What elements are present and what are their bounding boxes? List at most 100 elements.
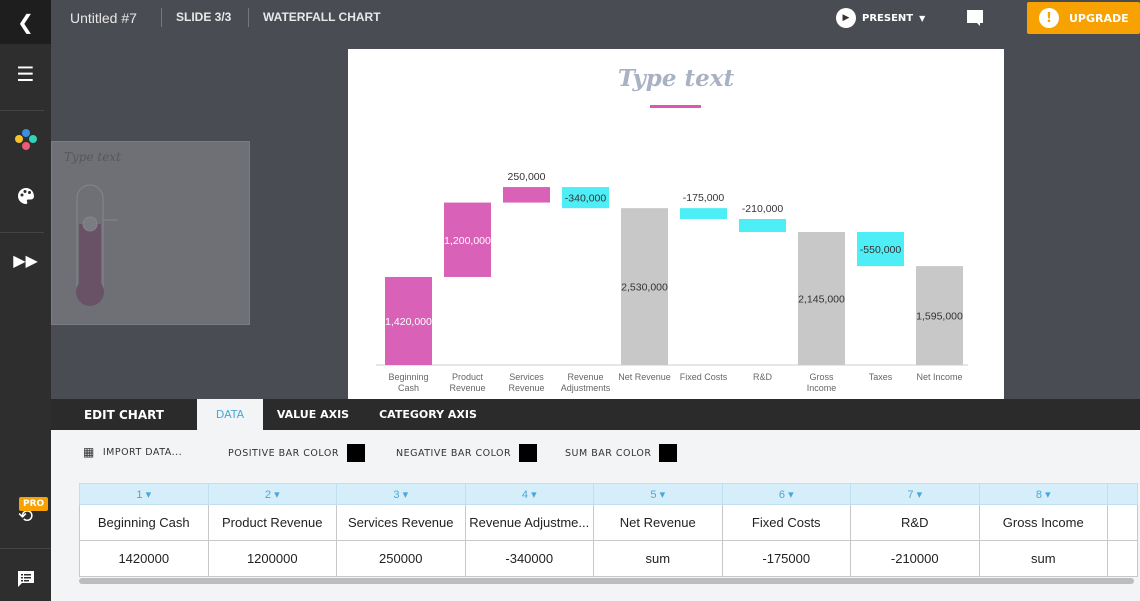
cell-category[interactable]: Gross Income: [978, 504, 1108, 541]
caret-down-icon[interactable]: ▾: [1042, 489, 1051, 501]
thermometer-graphic: [76, 184, 118, 306]
data-label: -210,000: [742, 203, 784, 215]
import-data-button[interactable]: ▦ IMPORT DATA...: [83, 445, 182, 459]
divider: [248, 8, 249, 27]
caret-down-icon[interactable]: ▾: [143, 489, 152, 501]
data-label: -340,000: [565, 193, 607, 205]
cell-value[interactable]: sum: [978, 540, 1108, 577]
caret-down-icon[interactable]: ▾: [528, 489, 537, 501]
cell-value[interactable]: 250000: [336, 540, 466, 577]
feedback-icon[interactable]: [0, 568, 51, 590]
column-header[interactable]: 8 ▾: [978, 483, 1108, 505]
comment-icon[interactable]: [966, 9, 984, 31]
edit-chart-panel: EDIT CHART DATA VALUE AXIS CATEGORY AXIS…: [51, 399, 1140, 601]
data-table: 1 ▾ 2 ▾ 3 ▾ 4 ▾ 5 ▾ 6 ▾ 7 ▾ 8 ▾ Beginning Cash P…: [79, 483, 1138, 577]
grid-icon: ▦: [83, 445, 95, 459]
cell-category[interactable]: R&D: [850, 504, 980, 541]
data-label: 2,530,000: [621, 282, 668, 294]
sum-bar-color: SUM BAR COLOR: [565, 444, 678, 462]
negative-color-swatch[interactable]: [519, 444, 538, 462]
document-title[interactable]: Untitled #7: [70, 10, 137, 26]
divider: [0, 548, 51, 549]
fast-forward-icon[interactable]: ▶▶: [0, 248, 51, 272]
palette-icon[interactable]: [0, 184, 51, 208]
negative-bar-color-label: NEGATIVE BAR COLOR: [396, 447, 512, 459]
divider: [161, 8, 162, 27]
cell-category[interactable]: Beginning Cash: [79, 504, 209, 541]
data-label: -550,000: [860, 244, 902, 256]
menu-icon[interactable]: ☰: [0, 62, 51, 86]
divider: [0, 110, 44, 111]
data-label: 1,420,000: [385, 316, 432, 328]
data-label: 1,200,000: [444, 235, 491, 247]
category-label: Taxes: [869, 372, 893, 382]
cell-value[interactable]: 1420000: [79, 540, 209, 577]
tab-category-axis[interactable]: CATEGORY AXIS: [363, 399, 493, 430]
upgrade-label: UPGRADE: [1069, 11, 1129, 25]
caret-down-icon[interactable]: ▾: [400, 489, 409, 501]
column-header[interactable]: [1107, 483, 1138, 505]
cell-value[interactable]: 1200000: [207, 540, 337, 577]
caret-down-icon: ▼: [919, 13, 926, 23]
column-header[interactable]: 7 ▾: [850, 483, 980, 505]
cell-category[interactable]: [1107, 504, 1138, 541]
category-label: Revenue Adjustments: [561, 372, 611, 393]
sidebar: ☰ ▶▶ ⟲ PRO: [0, 44, 51, 601]
bar-negative[interactable]: [680, 208, 727, 219]
column-header[interactable]: 3 ▾: [336, 483, 466, 505]
sum-bar-color-label: SUM BAR COLOR: [565, 447, 652, 459]
data-label: 2,145,000: [798, 294, 845, 306]
column-header[interactable]: 4 ▾: [464, 483, 594, 505]
slide-canvas[interactable]: Type text 1,420,000 Beginning Cash 1,200,00…: [348, 49, 1004, 399]
pro-badge: PRO: [19, 497, 49, 511]
data-label: 250,000: [508, 171, 546, 183]
caret-down-icon[interactable]: ▾: [271, 489, 280, 501]
cell-category[interactable]: Product Revenue: [207, 504, 337, 541]
caret-down-icon[interactable]: ▾: [785, 489, 794, 501]
column-header[interactable]: 1 ▾: [79, 483, 209, 505]
category-label: Net Income: [916, 372, 962, 382]
cell-value[interactable]: -175000: [721, 540, 851, 577]
category-label: R&D: [753, 372, 773, 382]
present-label: PRESENT: [862, 12, 914, 24]
cell-category[interactable]: Services Revenue: [336, 504, 466, 541]
positive-color-swatch[interactable]: [346, 444, 365, 462]
caret-down-icon[interactable]: ▾: [914, 489, 923, 501]
data-label: 1,595,000: [916, 311, 963, 323]
column-header[interactable]: 2 ▾: [207, 483, 337, 505]
category-label: Gross Income: [807, 372, 837, 393]
present-button[interactable]: ▶ PRESENT ▼: [836, 8, 925, 28]
caret-down-icon[interactable]: ▾: [657, 489, 666, 501]
category-label: Product Revenue: [449, 372, 485, 393]
upgrade-button[interactable]: ! UPGRADE: [1027, 2, 1140, 34]
back-button[interactable]: ❮: [0, 0, 51, 44]
play-icon: ▶: [836, 8, 856, 28]
tab-data[interactable]: DATA: [197, 399, 263, 430]
cell-category[interactable]: Revenue Adjustme...: [464, 504, 594, 541]
column-header[interactable]: 6 ▾: [721, 483, 851, 505]
category-label: Services Revenue: [508, 372, 544, 393]
panel-tab-bar: EDIT CHART DATA VALUE AXIS CATEGORY AXIS: [51, 399, 1140, 430]
cell-value[interactable]: -340000: [464, 540, 594, 577]
cell-category[interactable]: Net Revenue: [593, 504, 723, 541]
cell-value[interactable]: -210000: [850, 540, 980, 577]
bar-negative[interactable]: [739, 218, 786, 233]
bar-positive[interactable]: [503, 187, 550, 203]
divider: [0, 232, 44, 233]
import-data-label: IMPORT DATA...: [102, 446, 183, 458]
cell-value[interactable]: [1107, 540, 1138, 577]
positive-bar-color-label: POSITIVE BAR COLOR: [228, 447, 339, 459]
apps-icon[interactable]: [0, 128, 51, 152]
cell-value[interactable]: sum: [593, 540, 723, 577]
category-label: Beginning Cash: [388, 372, 428, 393]
negative-bar-color: NEGATIVE BAR COLOR: [396, 444, 538, 462]
slide-thumbnail[interactable]: Type text: [51, 141, 250, 325]
tab-value-axis[interactable]: VALUE AXIS: [263, 399, 363, 430]
slide-indicator: SLIDE 3/3: [176, 10, 232, 24]
cell-category[interactable]: Fixed Costs: [721, 504, 851, 541]
horizontal-scrollbar[interactable]: [79, 578, 1134, 584]
chart-type-label: WATERFALL CHART: [263, 10, 381, 24]
column-header[interactable]: 5 ▾: [593, 483, 723, 505]
sum-color-swatch[interactable]: [659, 444, 678, 462]
waterfall-chart[interactable]: 1,420,000 Beginning Cash 1,200,000 Product Re…: [348, 49, 1004, 399]
